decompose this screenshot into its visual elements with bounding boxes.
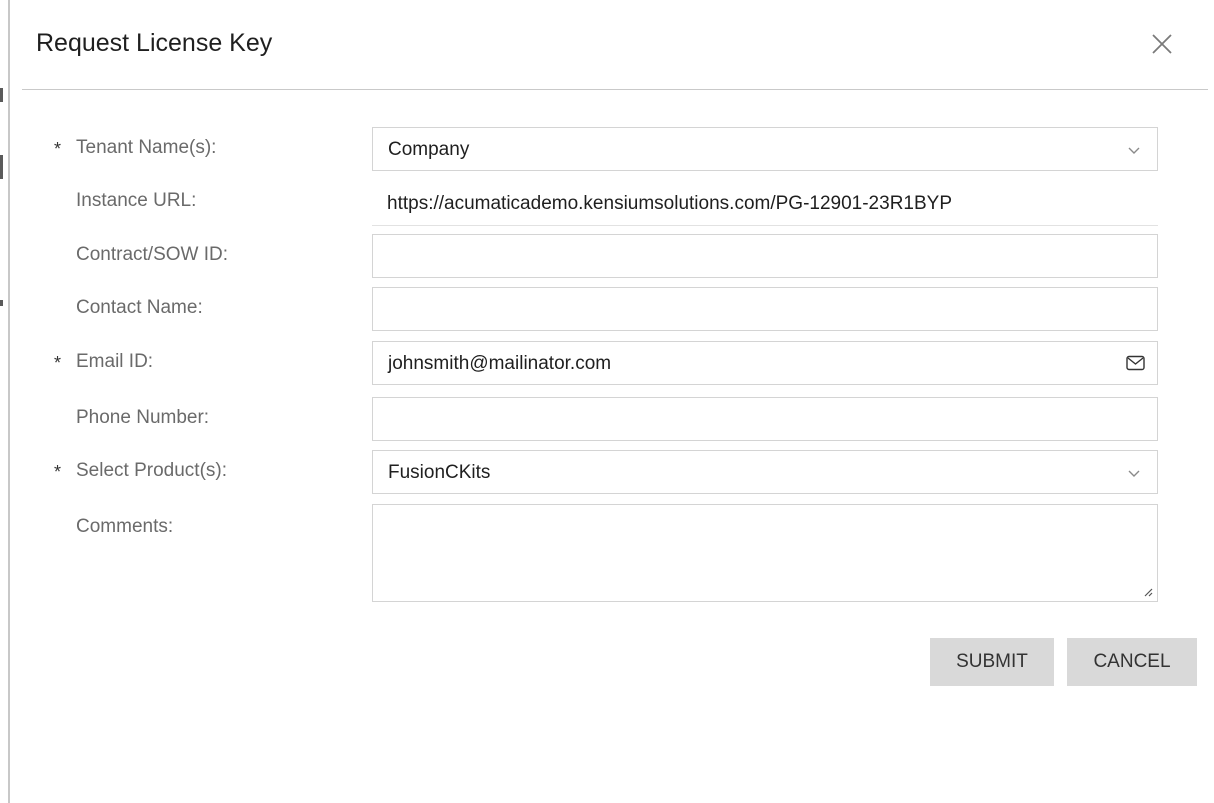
request-license-dialog: Request License Key * Tenant Name(s): Co… bbox=[10, 0, 1214, 803]
instance-url-underline bbox=[372, 225, 1158, 226]
resize-handle-icon[interactable] bbox=[1143, 587, 1153, 597]
left-edge-mark bbox=[0, 155, 3, 179]
contract-label: Contract/SOW ID: bbox=[76, 244, 229, 265]
left-edge-mark bbox=[0, 88, 3, 102]
required-marker: * bbox=[54, 353, 62, 373]
submit-button[interactable]: SUBMIT bbox=[930, 638, 1054, 686]
contact-name-row: Contact Name: bbox=[10, 287, 1214, 331]
close-icon bbox=[1152, 34, 1172, 54]
page: Request License Key * Tenant Name(s): Co… bbox=[0, 0, 1214, 803]
chevron-down-icon bbox=[1128, 147, 1140, 154]
header-divider bbox=[22, 89, 1208, 90]
close-button[interactable] bbox=[1148, 30, 1176, 58]
product-select[interactable]: FusionCKits bbox=[372, 450, 1158, 494]
contract-row: Contract/SOW ID: bbox=[10, 234, 1214, 278]
dialog-title: Request License Key bbox=[36, 29, 273, 57]
instance-url-label: Instance URL: bbox=[76, 190, 197, 211]
contact-name-label: Contact Name: bbox=[76, 297, 203, 318]
email-row: * Email ID: johnsmith@mailinator.com bbox=[10, 341, 1214, 385]
comments-textarea[interactable] bbox=[372, 504, 1158, 602]
chevron-down-icon bbox=[1128, 470, 1140, 477]
tenant-row: * Tenant Name(s): Company bbox=[10, 127, 1214, 171]
product-value: FusionCKits bbox=[388, 462, 491, 483]
phone-input[interactable] bbox=[372, 397, 1158, 441]
required-marker: * bbox=[54, 139, 62, 159]
phone-row: Phone Number: bbox=[10, 397, 1214, 441]
comments-label: Comments: bbox=[76, 516, 174, 537]
tenant-value: Company bbox=[388, 139, 470, 160]
mail-icon[interactable] bbox=[1126, 355, 1145, 371]
required-marker: * bbox=[54, 462, 62, 482]
instance-url-value: https://acumaticademo.kensiumsolutions.c… bbox=[387, 193, 952, 214]
email-value: johnsmith@mailinator.com bbox=[388, 353, 612, 374]
dialog-header: Request License Key bbox=[10, 0, 1214, 90]
phone-label: Phone Number: bbox=[76, 407, 210, 428]
cancel-button[interactable]: CANCEL bbox=[1067, 638, 1197, 686]
left-edge-mark bbox=[0, 300, 3, 306]
email-input[interactable]: johnsmith@mailinator.com bbox=[372, 341, 1158, 385]
tenant-label: Tenant Name(s): bbox=[76, 137, 217, 158]
product-label: Select Product(s): bbox=[76, 460, 227, 481]
email-label: Email ID: bbox=[76, 351, 154, 372]
product-row: * Select Product(s): FusionCKits bbox=[10, 450, 1214, 494]
tenant-select[interactable]: Company bbox=[372, 127, 1158, 171]
instance-url-row: Instance URL: https://acumaticademo.kens… bbox=[10, 180, 1214, 226]
contact-name-input[interactable] bbox=[372, 287, 1158, 331]
contract-input[interactable] bbox=[372, 234, 1158, 278]
